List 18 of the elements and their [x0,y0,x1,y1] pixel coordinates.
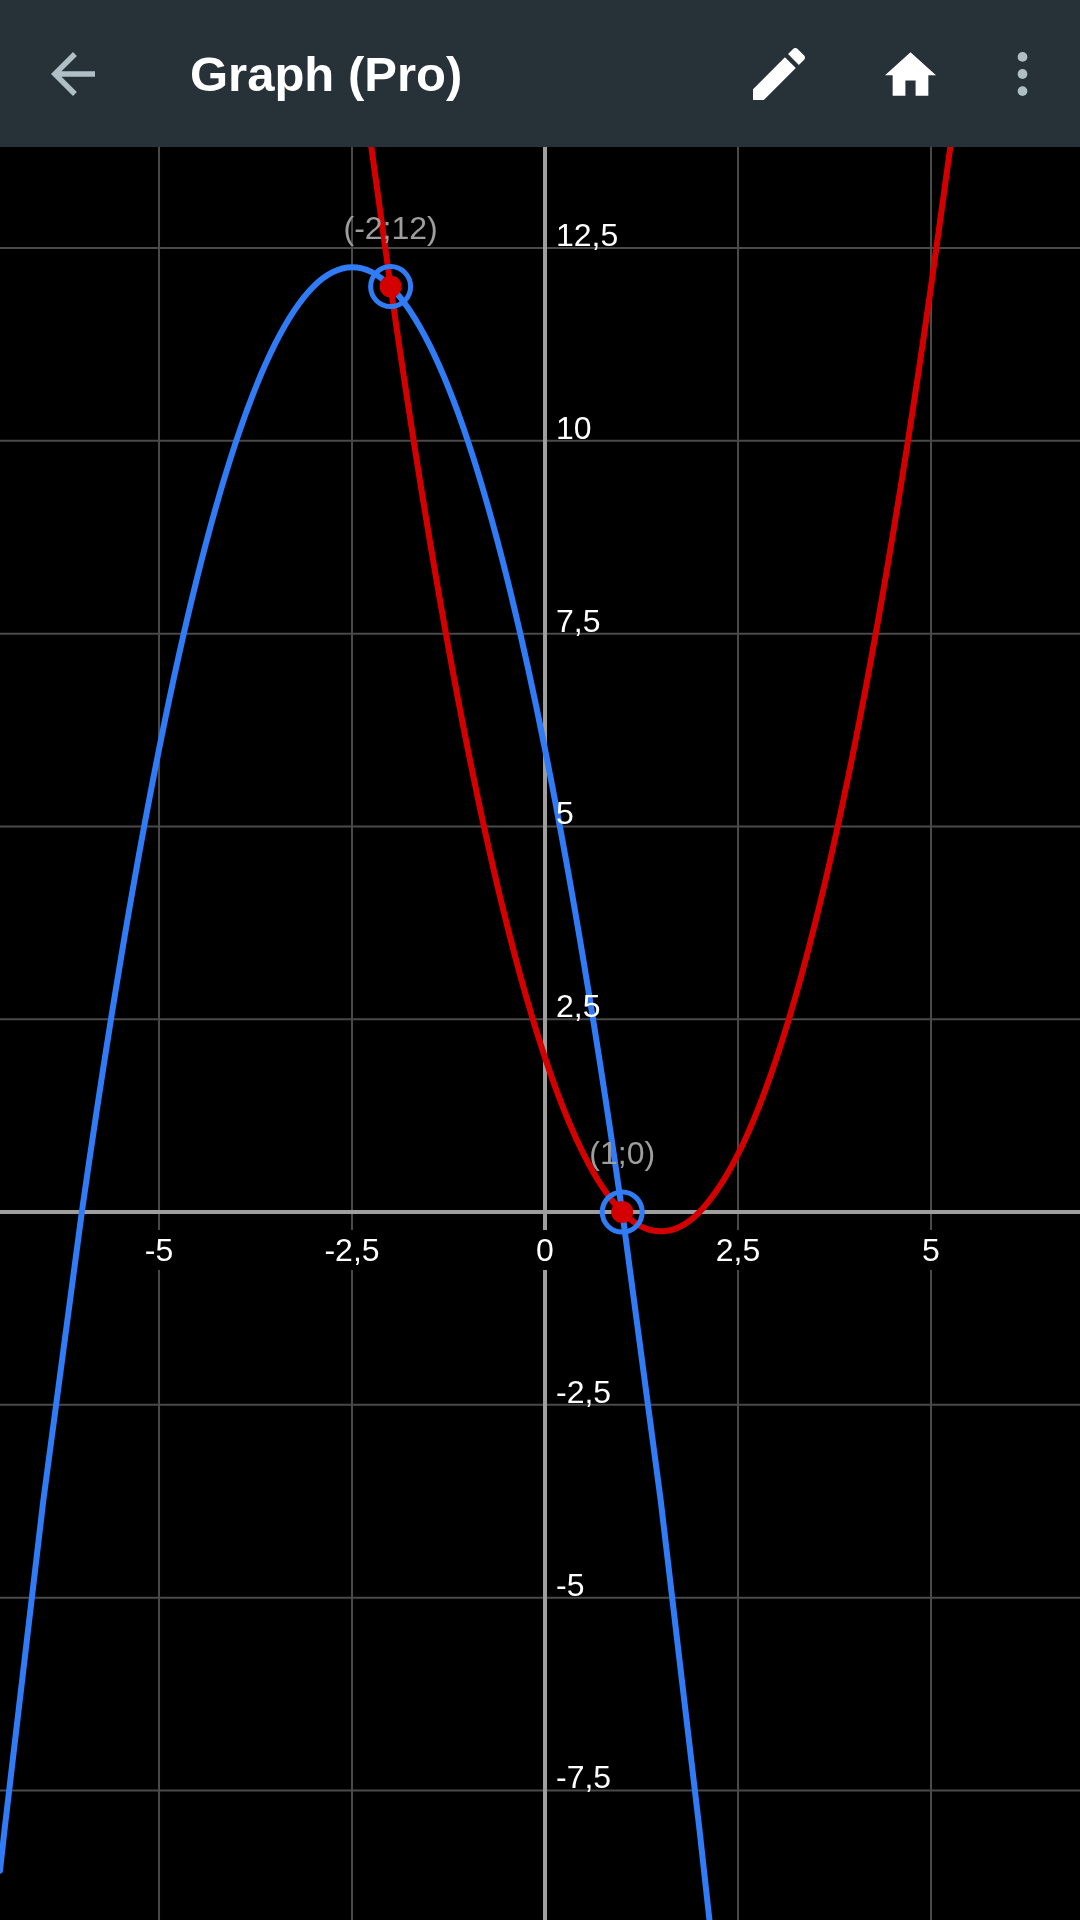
y-tick-label: -2,5 [556,1373,612,1410]
x-tick-label: -2,5 [324,1232,380,1269]
y-tick-label: 7,5 [556,602,601,639]
x-tick-label: -5 [144,1232,174,1269]
x-tick-label: 2,5 [715,1232,761,1269]
pencil-icon[interactable] [753,47,805,100]
y-tick-label: -7,5 [556,1759,612,1796]
x-tick-label: 0 [536,1232,554,1269]
screen-title: Graph (Pro) [190,45,464,102]
y-tick-label: -5 [556,1566,585,1603]
y-tick-label: 10 [556,409,592,446]
back-arrow-icon[interactable] [51,51,95,96]
y-tick-label: 12,5 [556,217,619,254]
x-tick-label: 5 [922,1232,940,1269]
more-options-icon[interactable] [1017,51,1028,96]
home-icon[interactable] [885,51,936,96]
intersection-marker-icon [599,1189,645,1235]
intersection-marker-icon [368,264,414,310]
